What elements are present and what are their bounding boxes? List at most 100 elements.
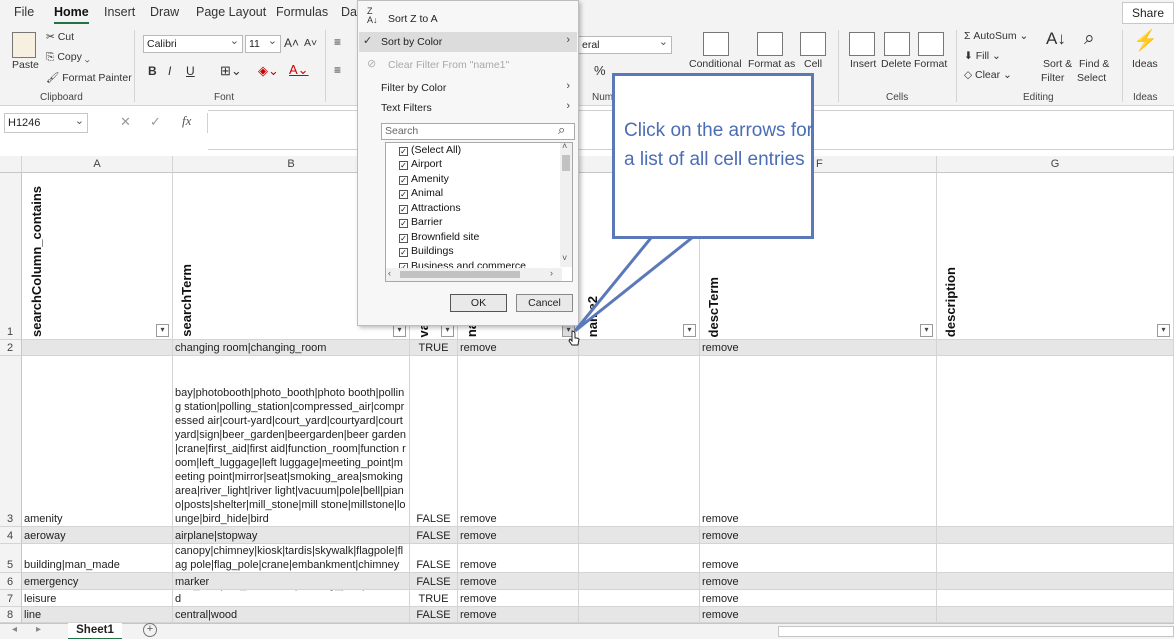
table-cell[interactable]: bay|photobooth|photo_booth|photo booth|p… <box>173 356 410 527</box>
table-cell[interactable] <box>579 340 700 356</box>
delete-cells-icon[interactable] <box>884 32 910 56</box>
tab-file[interactable]: File <box>14 5 34 19</box>
tab-home[interactable]: Home <box>54 5 89 24</box>
font-name-select[interactable]: Calibri <box>143 34 243 53</box>
filter-by-color-item[interactable]: Filter by Color <box>381 82 446 94</box>
list-item[interactable]: ✓ Attractions <box>399 202 461 214</box>
cut-button[interactable]: ✂ Cut <box>46 31 74 43</box>
table-cell[interactable]: FALSE <box>410 544 458 573</box>
table-cell[interactable]: remove <box>700 340 937 356</box>
filter-search-input[interactable]: Search <box>381 123 575 140</box>
scroll-left-icon[interactable]: ◂ <box>12 624 17 635</box>
table-cell[interactable] <box>579 590 700 607</box>
font-color-icon[interactable]: A⌄ <box>289 62 309 78</box>
row-header[interactable]: 1 <box>0 173 22 340</box>
checkbox-icon[interactable]: ✓ <box>399 219 408 228</box>
format-as-table-button[interactable]: Format as <box>748 58 795 70</box>
checkbox-icon[interactable]: ✓ <box>399 205 408 214</box>
share-button[interactable]: Share <box>1122 2 1174 24</box>
copy-button[interactable]: ⎘ Copy ⌄ <box>46 51 90 64</box>
table-cell[interactable]: remove <box>458 527 579 544</box>
cancel-icon[interactable]: ✕ <box>120 114 131 130</box>
table-cell[interactable]: aeroway <box>22 527 173 544</box>
ideas-button[interactable]: Ideas <box>1132 58 1158 70</box>
table-cell[interactable]: FALSE <box>410 607 458 623</box>
table-cell[interactable] <box>579 356 700 527</box>
table-cell[interactable]: remove <box>458 340 579 356</box>
checkbox-icon[interactable]: ✓ <box>399 190 408 199</box>
format-cells-icon[interactable] <box>918 32 944 56</box>
table-cell[interactable]: remove <box>458 607 579 623</box>
checkbox-icon[interactable]: ✓ <box>399 248 408 257</box>
list-item[interactable]: ✓ Animal <box>399 187 443 199</box>
table-cell[interactable]: airplane|stopway <box>173 527 410 544</box>
paste-button[interactable]: Paste <box>12 59 39 71</box>
table-cell[interactable] <box>937 607 1174 623</box>
tab-formulas[interactable]: Formulas <box>276 5 328 19</box>
list-item[interactable]: ✓ Barrier <box>399 216 443 228</box>
scroll-up-icon[interactable]: ˄ <box>562 143 567 151</box>
bold-button[interactable]: B <box>148 64 157 78</box>
table-cell[interactable]: changing room|changing_room <box>173 340 410 356</box>
paste-icon[interactable] <box>12 32 36 58</box>
table-cell[interactable]: TRUE <box>410 590 458 607</box>
cell-styles-icon[interactable] <box>800 32 826 56</box>
table-cell[interactable]: remove <box>700 356 937 527</box>
list-item[interactable]: ✓ Airport <box>399 158 442 170</box>
add-sheet-button[interactable]: + <box>143 623 157 637</box>
table-cell[interactable]: remove <box>700 590 937 607</box>
select-all-corner[interactable] <box>0 156 22 173</box>
conditional-formatting-button[interactable]: Conditional <box>689 58 742 70</box>
font-size-select[interactable]: 11 <box>245 34 281 53</box>
autosum-button[interactable]: Σ AutoSum ⌄ <box>964 30 1028 42</box>
scroll-right-icon[interactable]: › <box>550 268 553 278</box>
fill-button[interactable]: ⬇ Fill ⌄ <box>964 50 1001 62</box>
filter-value-list[interactable]: ✓ (Select All) ✓ Airport ✓ Amenity ✓ Animal … <box>385 142 573 282</box>
horizontal-scrollbar[interactable] <box>778 626 1174 637</box>
table-cell[interactable] <box>579 607 700 623</box>
sort-filter-icon[interactable]: A↓ <box>1046 29 1066 49</box>
table-cell[interactable]: remove <box>458 573 579 590</box>
text-filters-item[interactable]: Text Filters <box>381 102 432 114</box>
font-shrink-icon[interactable]: A˅ <box>304 37 317 49</box>
table-cell[interactable]: FALSE <box>410 356 458 527</box>
table-cell[interactable] <box>937 544 1174 573</box>
insert-function-icon[interactable]: fx <box>182 113 191 129</box>
ideas-icon[interactable]: ⚡ <box>1133 28 1158 53</box>
tab-page-layout[interactable]: Page Layout <box>196 5 266 19</box>
table-cell[interactable]: leisure <box>22 590 173 607</box>
filter-dropdown-icon[interactable]: ▾ <box>1157 324 1170 337</box>
table-cell[interactable]: remove <box>458 590 579 607</box>
table-cell[interactable]: remove <box>700 573 937 590</box>
list-item[interactable]: ✓ Amenity <box>399 173 449 185</box>
sort-by-color-item[interactable]: Sort by Color <box>381 36 442 48</box>
filter-dropdown-icon[interactable]: ▾ <box>920 324 933 337</box>
list-item[interactable]: ✓ (Select All) <box>399 144 461 156</box>
scroll-left-icon[interactable]: ‹ <box>388 268 391 278</box>
row-header[interactable]: 4 <box>0 527 22 544</box>
row-header[interactable]: 7 <box>0 590 22 607</box>
checkbox-icon[interactable]: ✓ <box>399 176 408 185</box>
table-cell[interactable] <box>937 590 1174 607</box>
row-header[interactable]: 8 <box>0 607 22 623</box>
horizontal-scrollbar[interactable]: ‹ › <box>386 268 562 281</box>
row-header[interactable]: 5 <box>0 544 22 573</box>
conditional-formatting-icon[interactable] <box>703 32 729 56</box>
scrollbar-thumb[interactable] <box>562 155 570 171</box>
checkbox-icon[interactable]: ✓ <box>399 147 408 156</box>
table-cell[interactable] <box>937 527 1174 544</box>
number-format-select[interactable]: eral <box>578 35 672 54</box>
table-cell[interactable] <box>579 573 700 590</box>
underline-button[interactable]: U <box>186 64 195 78</box>
search-icon[interactable]: ⌕ <box>1084 28 1095 50</box>
header-cell[interactable]: searchColumn_contains ▾ <box>22 173 173 340</box>
table-cell[interactable] <box>579 527 700 544</box>
find-select-button[interactable]: Find & <box>1079 58 1109 70</box>
fill-color-icon[interactable]: ◈⌄ <box>258 63 279 79</box>
table-cell[interactable]: line <box>22 607 173 623</box>
tab-draw[interactable]: Draw <box>150 5 179 19</box>
table-cell[interactable]: canopy|chimney|kiosk|tardis|skywalk|flag… <box>173 544 410 573</box>
table-cell[interactable]: remove <box>700 607 937 623</box>
italic-button[interactable]: I <box>168 64 171 78</box>
format-cells-button[interactable]: Format <box>914 58 947 70</box>
